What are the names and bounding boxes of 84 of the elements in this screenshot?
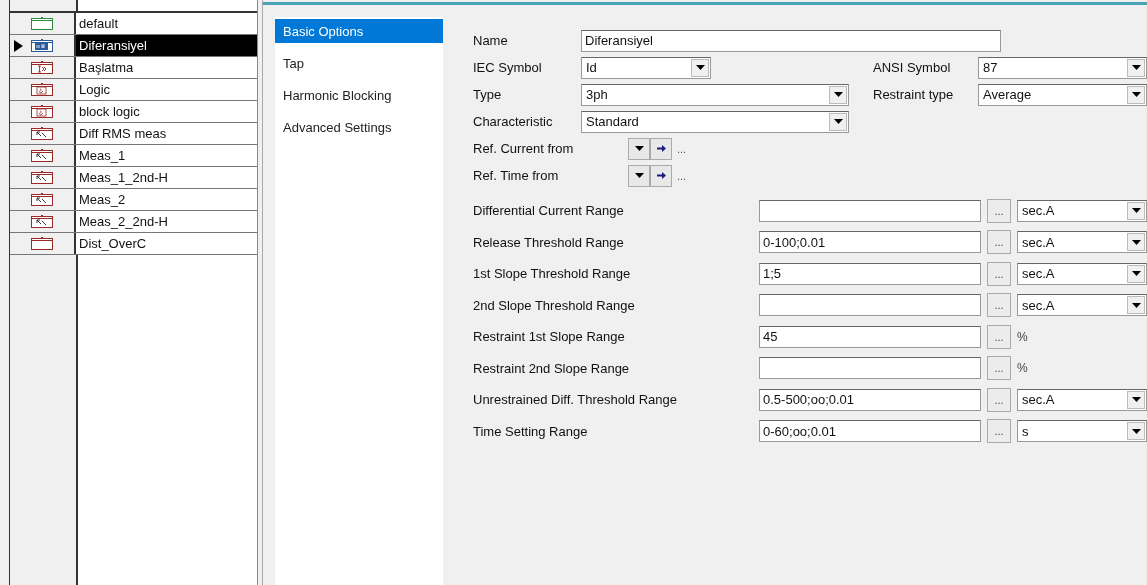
dropdown-button[interactable] — [628, 164, 650, 187]
right-arrow-icon — [656, 145, 666, 152]
browse-button[interactable]: ... — [987, 387, 1011, 412]
range-field[interactable]: 0.5-500;oo;0.01 — [759, 388, 981, 411]
field-label: Ref. Current from — [473, 141, 575, 156]
page-nav-item[interactable]: Tap — [275, 51, 443, 75]
range-field[interactable] — [759, 294, 981, 317]
unit-label: % — [1017, 361, 1028, 376]
range-field[interactable] — [759, 357, 981, 380]
function-row[interactable]: Meas_1 — [10, 145, 258, 167]
dropdown-button[interactable] — [628, 137, 650, 160]
range-label: Unrestrained Diff. Threshold Range — [473, 392, 679, 408]
browse-button[interactable]: ... — [987, 324, 1011, 349]
range-field[interactable] — [759, 199, 981, 222]
dropdown-arrow-icon — [833, 119, 843, 124]
range-label: Restraint 1st Slope Range — [473, 329, 626, 345]
function-row[interactable]: Dist_OverC — [10, 233, 258, 255]
browse-button[interactable]: ... — [987, 230, 1011, 255]
field-label: Characteristic — [473, 114, 554, 129]
range-label: Release Threshold Range — [473, 234, 625, 250]
range-field[interactable]: 45 — [759, 325, 981, 348]
current-row-indicator-icon — [14, 39, 23, 52]
arrow-button[interactable] — [650, 137, 672, 160]
range-field[interactable]: 0-60;oo;0.01 — [759, 420, 981, 443]
combo-box[interactable]: 3ph — [581, 83, 849, 106]
function-row[interactable]: Diferansiyel — [10, 35, 258, 57]
browse-button[interactable]: ... — [987, 419, 1011, 444]
function-row[interactable]: Meas_1_2nd-H — [10, 167, 258, 189]
right-arrow-icon — [656, 172, 666, 179]
unit-combo-box[interactable]: sec.A — [1017, 388, 1147, 411]
name-field[interactable]: Diferansiyel — [581, 29, 1001, 52]
dropdown-arrow-icon — [1131, 208, 1141, 214]
more-text: ... — [677, 169, 687, 182]
browse-button[interactable]: ... — [987, 198, 1011, 223]
dropdown-arrow-icon — [634, 173, 644, 178]
field-label: ANSI Symbol — [873, 60, 952, 75]
browse-button[interactable]: ... — [987, 261, 1011, 286]
combo-box[interactable]: 87 — [978, 56, 1147, 79]
dropdown-arrow-icon — [833, 92, 843, 97]
dropdown-arrow-icon — [1131, 65, 1141, 70]
dropdown-arrow-icon — [1131, 397, 1141, 403]
function-row[interactable]: Logic — [10, 79, 258, 101]
function-row[interactable]: default — [10, 13, 258, 35]
field-label: Type — [473, 87, 503, 102]
dropdown-arrow-icon — [1131, 239, 1141, 245]
unit-combo-box[interactable]: sec.A — [1017, 294, 1147, 317]
function-row[interactable]: Meas_2_2nd-H — [10, 211, 258, 233]
combo-box[interactable]: Average — [978, 83, 1147, 106]
field-label: Restraint type — [873, 87, 955, 102]
range-label: Time Setting Range — [473, 423, 589, 439]
dropdown-arrow-icon — [1131, 302, 1141, 308]
combo-box[interactable]: Standard — [581, 110, 849, 133]
field-label: IEC Symbol — [473, 60, 543, 75]
range-field[interactable]: 0-100;0.01 — [759, 231, 981, 254]
unit-combo-box[interactable]: sec.A — [1017, 262, 1147, 285]
field-label: Ref. Time from — [473, 168, 560, 183]
unit-label: % — [1017, 329, 1028, 344]
range-label: Differential Current Range — [473, 203, 625, 219]
dropdown-arrow-icon — [634, 146, 644, 151]
browse-button[interactable]: ... — [987, 356, 1011, 381]
more-text: ... — [677, 142, 687, 155]
range-label: 1st Slope Threshold Range — [473, 266, 632, 282]
page-nav-item[interactable]: Harmonic Blocking — [275, 83, 443, 107]
function-row[interactable]: Başlatma — [10, 57, 258, 79]
range-label: Restraint 2nd Slope Range — [473, 360, 631, 376]
page-nav-item[interactable]: Advanced Settings — [275, 115, 443, 139]
dropdown-arrow-icon — [1131, 428, 1141, 434]
function-row[interactable]: Diff RMS meas — [10, 123, 258, 145]
dropdown-arrow-icon — [1131, 92, 1141, 97]
function-name: Diferansiyel — [76, 35, 258, 56]
unit-combo-box[interactable]: sec.A — [1017, 231, 1147, 254]
unit-combo-box[interactable]: sec.A — [1017, 199, 1147, 222]
page-nav-item[interactable]: Basic Options — [275, 19, 443, 43]
range-label: 2nd Slope Threshold Range — [473, 297, 636, 313]
range-field[interactable]: 1;5 — [759, 262, 981, 285]
unit-combo-box[interactable]: s — [1017, 420, 1147, 443]
dropdown-arrow-icon — [1131, 271, 1141, 277]
dropdown-arrow-icon — [695, 65, 705, 70]
field-label: Name — [473, 33, 509, 48]
function-row[interactable]: Meas_2 — [10, 189, 258, 211]
arrow-button[interactable] — [650, 164, 672, 187]
combo-box[interactable]: Id — [581, 56, 711, 79]
browse-button[interactable]: ... — [987, 293, 1011, 318]
function-row[interactable]: block logic — [10, 101, 258, 123]
